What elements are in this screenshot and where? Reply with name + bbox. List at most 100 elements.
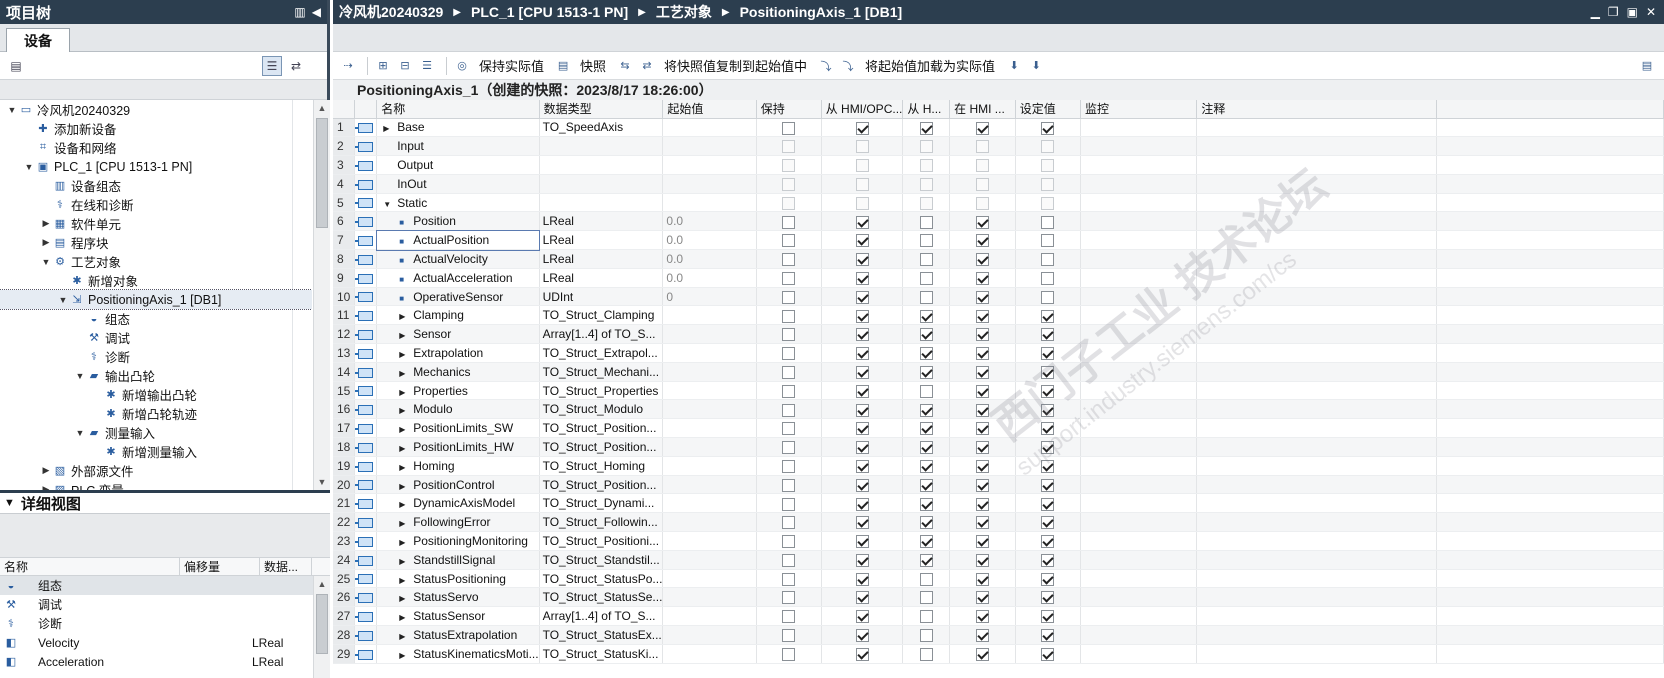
chevron-right-icon[interactable]: ▶ xyxy=(399,519,413,528)
hmi-write-checkbox[interactable] xyxy=(919,535,933,549)
datatype-cell[interactable] xyxy=(539,193,664,213)
datatype-cell[interactable]: TO_Struct_Standstil... xyxy=(539,550,664,570)
table-row[interactable]: 5 ▼ Static xyxy=(333,193,1664,213)
hmi-visible-checkbox[interactable] xyxy=(975,215,989,229)
name-cell[interactable]: ▶ StatusExtrapolation xyxy=(376,625,540,645)
hmi-opc-access-checkbox[interactable] xyxy=(855,403,869,417)
chevron-right-icon[interactable]: ▶ xyxy=(40,237,52,248)
comment-cell[interactable] xyxy=(1196,644,1437,664)
snapshot-restore-icon[interactable]: ⇄ xyxy=(638,57,656,75)
hmi-write-checkbox[interactable] xyxy=(919,572,933,586)
chevron-right-icon[interactable]: ▶ xyxy=(399,350,413,359)
hmi-opc-access-checkbox[interactable] xyxy=(855,591,869,605)
hmi-opc-access-checkbox[interactable] xyxy=(855,553,869,567)
setpoint-checkbox[interactable] xyxy=(1041,253,1055,267)
datatype-cell[interactable]: TO_Struct_Clamping xyxy=(539,305,664,326)
datatype-cell[interactable]: Array[1..4] of TO_S... xyxy=(539,606,664,627)
monitor-cell[interactable] xyxy=(1080,193,1198,213)
retain-checkbox[interactable] xyxy=(782,290,796,304)
hmi-write-checkbox[interactable] xyxy=(919,140,933,154)
table-row[interactable]: 6 ■ Position LReal 0.0 xyxy=(333,211,1664,232)
monitor-cell[interactable] xyxy=(1080,512,1198,533)
table-row[interactable]: 19 ▶ Homing TO_Struct_Homing xyxy=(333,456,1664,476)
hmi-opc-access-checkbox[interactable] xyxy=(855,572,869,586)
name-cell[interactable]: ▶ StatusSensor xyxy=(376,606,540,627)
hmi-write-checkbox[interactable] xyxy=(919,553,933,567)
datatype-cell[interactable]: LReal xyxy=(539,249,664,269)
hmi-visible-checkbox[interactable] xyxy=(975,516,989,530)
setpoint-checkbox[interactable] xyxy=(1041,196,1055,210)
table-row[interactable]: 12 ▶ Sensor Array[1..4] of TO_S... xyxy=(333,324,1664,345)
start-value-cell[interactable]: 0 xyxy=(662,287,757,307)
hmi-opc-access-checkbox[interactable] xyxy=(855,121,869,135)
comment-cell[interactable] xyxy=(1196,437,1437,457)
maximize-icon[interactable]: ▣ xyxy=(1627,5,1638,19)
hmi-write-checkbox[interactable] xyxy=(919,516,933,530)
hmi-opc-access-checkbox[interactable] xyxy=(855,140,869,154)
hmi-opc-access-checkbox[interactable] xyxy=(855,347,869,361)
col-filler[interactable] xyxy=(1436,100,1664,119)
tab-devices[interactable]: 设备 xyxy=(6,28,70,52)
comment-cell[interactable] xyxy=(1196,136,1437,157)
hmi-opc-access-checkbox[interactable] xyxy=(855,497,869,511)
datatype-cell[interactable]: TO_Struct_Positioni... xyxy=(539,531,664,551)
comment-cell[interactable] xyxy=(1196,587,1437,608)
chevron-right-icon[interactable]: ▶ xyxy=(399,331,413,340)
setpoint-checkbox[interactable] xyxy=(1041,177,1055,191)
name-cell[interactable]: ■ OperativeSensor xyxy=(376,287,540,307)
chevron-right-icon[interactable]: ▶ xyxy=(399,388,413,397)
setpoint-checkbox[interactable] xyxy=(1041,347,1055,361)
tree-item[interactable]: ▶ ▤ 程序块 xyxy=(0,233,312,252)
retain-checkbox[interactable] xyxy=(782,253,796,267)
hmi-visible-checkbox[interactable] xyxy=(975,572,989,586)
monitor-cell[interactable] xyxy=(1080,287,1198,307)
setpoint-checkbox[interactable] xyxy=(1041,459,1055,473)
breadcrumb-axis[interactable]: PositioningAxis_1 [DB1] xyxy=(740,4,903,20)
chevron-down-icon[interactable]: ▼ xyxy=(57,295,69,305)
col-name[interactable]: 名称 xyxy=(376,100,540,119)
tree-item[interactable]: ▶ ▧ 外部源文件 xyxy=(0,461,312,480)
datatype-cell[interactable]: TO_Struct_Position... xyxy=(539,437,664,457)
scroll-up-icon[interactable]: ▲ xyxy=(314,100,330,116)
monitor-cell[interactable] xyxy=(1080,136,1198,157)
start-value-cell[interactable] xyxy=(662,456,757,476)
tree-item[interactable]: ⌗ 设备和网络 xyxy=(0,138,312,157)
name-cell[interactable]: ▶ Modulo xyxy=(376,399,540,420)
tree-scrollbar[interactable]: ▲ ▼ xyxy=(313,100,330,490)
table-row[interactable]: 16 ▶ Modulo TO_Struct_Modulo xyxy=(333,399,1664,420)
chevron-down-icon[interactable]: ▼ xyxy=(23,162,35,172)
scroll-thumb[interactable] xyxy=(316,594,328,654)
hmi-write-checkbox[interactable] xyxy=(919,610,933,624)
tree-item[interactable]: ▼ ⚙ 工艺对象 xyxy=(0,252,312,271)
panel-layout-icon[interactable]: ▥ xyxy=(294,5,305,19)
comment-cell[interactable] xyxy=(1196,512,1437,533)
chevron-right-icon[interactable]: ▶ xyxy=(399,482,413,491)
table-row[interactable]: 9 ■ ActualAcceleration LReal 0.0 xyxy=(333,268,1664,288)
hmi-visible-checkbox[interactable] xyxy=(975,121,989,135)
datatype-cell[interactable]: TO_Struct_Followin... xyxy=(539,512,664,533)
chevron-right-icon[interactable]: ▶ xyxy=(399,312,413,321)
comment-cell[interactable] xyxy=(1196,249,1437,269)
retain-checkbox[interactable] xyxy=(782,403,796,417)
hmi-visible-checkbox[interactable] xyxy=(975,535,989,549)
retain-checkbox[interactable] xyxy=(782,647,796,661)
hmi-visible-checkbox[interactable] xyxy=(975,629,989,643)
start-value-cell[interactable] xyxy=(662,324,757,345)
table-row[interactable]: 21 ▶ DynamicAxisModel TO_Struct_Dynami... xyxy=(333,493,1664,514)
name-cell[interactable]: ▶ Mechanics xyxy=(376,362,540,382)
retain-checkbox[interactable] xyxy=(782,478,796,492)
start-value-cell[interactable] xyxy=(662,644,757,664)
col-icon[interactable] xyxy=(354,100,378,119)
name-cell[interactable]: Output xyxy=(376,155,540,175)
hmi-visible-checkbox[interactable] xyxy=(975,441,989,455)
hmi-write-checkbox[interactable] xyxy=(919,309,933,323)
col-comment[interactable]: 注释 xyxy=(1196,100,1437,119)
setpoint-checkbox[interactable] xyxy=(1041,647,1055,661)
datatype-cell[interactable] xyxy=(539,155,664,175)
hmi-opc-access-checkbox[interactable] xyxy=(855,159,869,173)
chevron-right-icon[interactable]: ▶ xyxy=(399,406,413,415)
tree-item[interactable]: ▼ ▰ 测量输入 xyxy=(0,423,312,442)
datatype-cell[interactable]: TO_Struct_Position... xyxy=(539,475,664,495)
table-row[interactable]: 4 InOut xyxy=(333,174,1664,194)
detail-col-name[interactable]: 名称 xyxy=(0,558,180,575)
